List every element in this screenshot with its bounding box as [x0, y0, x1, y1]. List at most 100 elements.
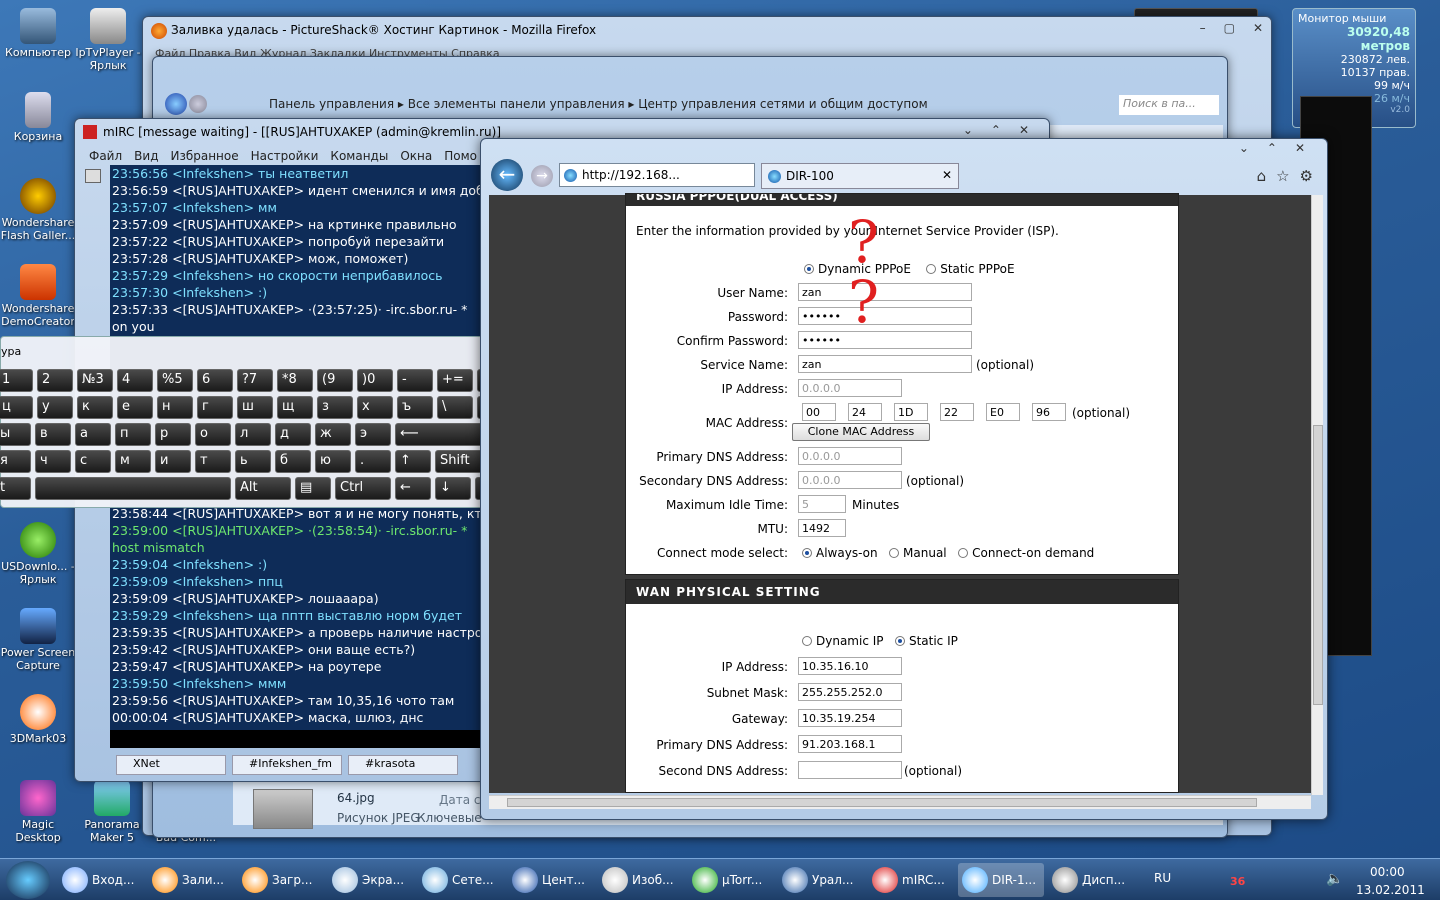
explorer-forward-button[interactable]: [189, 95, 207, 113]
key-п[interactable]: п: [115, 423, 151, 446]
key-←[interactable]: ←: [395, 477, 431, 500]
clone-mac-button[interactable]: Clone MAC Address: [792, 423, 930, 441]
connect-on-demand-radio[interactable]: Connect-on demand: [958, 546, 1094, 560]
key-ш[interactable]: ш: [237, 396, 273, 419]
mtu-input[interactable]: 1492: [798, 519, 846, 537]
switchbar-tab-xnet[interactable]: XNet: [116, 755, 226, 775]
key-б[interactable]: б: [275, 450, 311, 473]
close-icon[interactable]: ✕: [1295, 141, 1305, 155]
menu-favorites[interactable]: Избранное: [170, 149, 238, 163]
key-д[interactable]: д: [275, 423, 311, 446]
address-bar[interactable]: http://192.168...: [559, 163, 755, 187]
key-)0[interactable]: )0: [357, 369, 393, 392]
key-Ctrl[interactable]: Ctrl: [335, 477, 391, 500]
switchbar-tab-infekshen[interactable]: #Infekshen_fm: [232, 755, 342, 775]
volume-icon[interactable]: 🔈: [1326, 871, 1343, 887]
tab-close-icon[interactable]: ✕: [942, 168, 952, 182]
key-?7[interactable]: ?7: [237, 369, 273, 392]
key-я[interactable]: я: [0, 450, 31, 473]
ie-tab[interactable]: DIR-100 ✕: [761, 163, 959, 189]
taskbar-item[interactable]: Дисп...: [1048, 863, 1134, 897]
taskbar-item[interactable]: Изоб...: [598, 863, 684, 897]
menu-settings[interactable]: Настройки: [251, 149, 319, 163]
menu-view[interactable]: Вид: [134, 149, 158, 163]
always-on-radio[interactable]: Always-on: [802, 546, 878, 560]
taskbar-item[interactable]: Вход...: [58, 863, 144, 897]
maximize-icon[interactable]: ⌃: [1267, 141, 1277, 155]
key-4[interactable]: 4: [117, 369, 153, 392]
key-ж[interactable]: ж: [315, 423, 351, 446]
key-+=[interactable]: +=: [437, 369, 473, 392]
key-space[interactable]: [35, 477, 231, 500]
desktop-icon-iptvplayer[interactable]: IpTvPlayer - Ярлык: [70, 8, 146, 72]
key-\[interactable]: \: [437, 396, 473, 419]
idle-time-input[interactable]: 5: [798, 495, 846, 513]
desktop-icon-3dmark[interactable]: 3DMark03: [0, 694, 76, 745]
gear-icon[interactable]: ⚙: [1300, 167, 1313, 185]
key-е[interactable]: е: [117, 396, 153, 419]
taskbar-item[interactable]: DIR-1...: [958, 863, 1044, 897]
wan-gateway-input[interactable]: 10.35.19.254: [798, 709, 902, 727]
taskbar-item[interactable]: µTorr...: [688, 863, 774, 897]
key-(9[interactable]: (9: [317, 369, 353, 392]
key-.[interactable]: .: [355, 450, 391, 473]
mac-part-5[interactable]: E0: [986, 403, 1020, 421]
back-button[interactable]: ←: [491, 159, 523, 191]
key-6[interactable]: 6: [197, 369, 233, 392]
forward-button[interactable]: →: [531, 165, 553, 187]
service-name-input[interactable]: zan: [798, 355, 972, 373]
key-г[interactable]: г: [197, 396, 233, 419]
desktop-icon-power-screen[interactable]: Power Screen Capture: [0, 608, 76, 672]
key-о[interactable]: о: [195, 423, 231, 446]
key-с[interactable]: с: [75, 450, 111, 473]
home-icon[interactable]: ⌂: [1257, 167, 1267, 185]
mirc-input[interactable]: [110, 730, 482, 748]
key-ъ[interactable]: ъ: [397, 396, 433, 419]
scrollbar-thumb[interactable]: [1313, 425, 1323, 705]
menu-windows[interactable]: Окна: [400, 149, 432, 163]
key-↓[interactable]: ↓: [435, 477, 471, 500]
key-ю[interactable]: ю: [315, 450, 351, 473]
key-щ[interactable]: щ: [277, 396, 313, 419]
key-ц[interactable]: ц: [0, 396, 33, 419]
wan-primary-dns-input[interactable]: 91.203.168.1: [798, 735, 902, 753]
language-indicator[interactable]: RU: [1154, 871, 1171, 885]
explorer-search-input[interactable]: Поиск в па...: [1119, 95, 1219, 115]
vertical-scrollbar[interactable]: [1311, 195, 1323, 795]
taskbar-item[interactable]: mIRC...: [868, 863, 954, 897]
ie-window[interactable]: ⌄ ⌃ ✕ ← → http://192.168... DIR-100 ✕ ⌂ …: [480, 138, 1328, 820]
key-▤[interactable]: ▤: [295, 477, 331, 500]
taskbar-item[interactable]: Сете...: [418, 863, 504, 897]
key-а[interactable]: а: [75, 423, 111, 446]
minimize-icon[interactable]: –: [1200, 21, 1206, 35]
menu-commands[interactable]: Команды: [330, 149, 388, 163]
key-в[interactable]: в: [35, 423, 71, 446]
menu-help[interactable]: Помо: [444, 149, 477, 163]
menu-file[interactable]: Файл: [89, 149, 122, 163]
wan-subnet-input[interactable]: 255.255.252.0: [798, 683, 902, 701]
close-icon[interactable]: ✕: [1253, 21, 1263, 35]
manual-radio[interactable]: Manual: [889, 546, 947, 560]
start-button[interactable]: [6, 861, 50, 899]
taskbar-item[interactable]: Цент...: [508, 863, 594, 897]
minimize-icon[interactable]: ⌄: [963, 123, 973, 137]
key-Alt[interactable]: Alt: [235, 477, 291, 500]
wan-dynamic-ip-radio[interactable]: Dynamic IP: [802, 634, 884, 648]
mac-part-4[interactable]: 22: [940, 403, 974, 421]
mac-part-1[interactable]: 00: [802, 403, 836, 421]
favorites-star-icon[interactable]: ☆: [1276, 167, 1289, 185]
key-з[interactable]: з: [317, 396, 353, 419]
key-ы[interactable]: ы: [0, 423, 31, 446]
desktop-icon-recycle-bin[interactable]: Корзина: [0, 92, 76, 143]
key-н[interactable]: н: [157, 396, 193, 419]
maximize-icon[interactable]: ▢: [1224, 21, 1235, 35]
key--[interactable]: -: [397, 369, 433, 392]
key-№3[interactable]: №3: [77, 369, 113, 392]
key-х[interactable]: х: [357, 396, 393, 419]
key-ь[interactable]: ь: [235, 450, 271, 473]
switchbar-tab-krasota[interactable]: #krasota: [348, 755, 458, 775]
key-%5[interactable]: %5: [157, 369, 193, 392]
clock-date[interactable]: 13.02.2011: [1356, 883, 1425, 897]
key-л[interactable]: л: [235, 423, 271, 446]
minimize-icon[interactable]: ⌄: [1239, 141, 1249, 155]
